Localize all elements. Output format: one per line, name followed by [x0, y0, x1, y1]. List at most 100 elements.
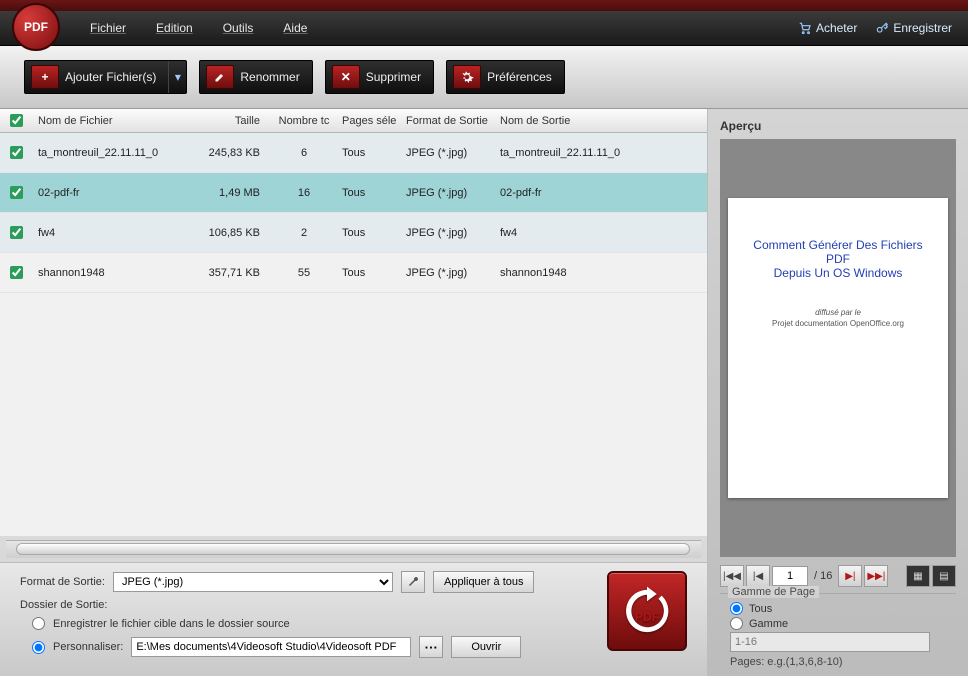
row-checkbox[interactable]: [10, 266, 23, 279]
dest-custom-radio[interactable]: [32, 641, 45, 654]
cell-pagesel: Tous: [336, 147, 406, 159]
buy-label: Acheter: [816, 21, 857, 35]
menu-help[interactable]: Aide: [283, 21, 307, 35]
browse-button[interactable]: ···: [419, 636, 443, 658]
table-row[interactable]: fw4106,85 KB2TousJPEG (*.jpg)fw4: [0, 213, 707, 253]
rename-button[interactable]: Renommer: [199, 60, 312, 94]
preview-line-3: Depuis Un OS Windows: [742, 266, 934, 280]
dest-path-input[interactable]: [131, 637, 411, 657]
cell-filename: shannon1948: [32, 267, 200, 279]
col-pagesel[interactable]: Pages séle: [336, 115, 406, 127]
range-all-radio[interactable]: [730, 602, 743, 615]
menu-file[interactable]: Fichier: [90, 21, 126, 35]
col-size[interactable]: Taille: [200, 115, 272, 127]
convert-button[interactable]: PDF: [607, 571, 687, 651]
range-custom-option[interactable]: Gamme: [730, 617, 956, 630]
table-row[interactable]: 02-pdf-fr1,49 MB16TousJPEG (*.jpg)02-pdf…: [0, 173, 707, 213]
row-checkbox[interactable]: [10, 186, 23, 199]
add-file-dropdown[interactable]: ▾: [168, 61, 186, 93]
rename-label: Renommer: [240, 70, 311, 84]
format-settings-button[interactable]: [401, 571, 425, 593]
table-row[interactable]: ta_montreuil_22.11.11_0245,83 KB6TousJPE…: [0, 133, 707, 173]
cell-pages: 55: [272, 267, 336, 279]
dest-source-radio[interactable]: [32, 617, 45, 630]
table-row[interactable]: shannon1948357,71 KB55TousJPEG (*.jpg)sh…: [0, 253, 707, 293]
delete-button[interactable]: ✕ Supprimer: [325, 60, 434, 94]
output-panel: Format de Sortie: JPEG (*.jpg) Appliquer…: [0, 562, 707, 676]
cell-pages: 2: [272, 227, 336, 239]
table-body: ta_montreuil_22.11.11_0245,83 KB6TousJPE…: [0, 133, 707, 536]
convert-pdf-icon: PDF: [621, 585, 673, 637]
menubar: Fichier Edition Outils Aide: [90, 21, 307, 35]
cell-format: JPEG (*.jpg): [406, 267, 494, 279]
gear-icon: [453, 65, 481, 89]
pencil-icon: [206, 65, 234, 89]
range-hint: Pages: e.g.(1,3,6,8-10): [730, 656, 956, 668]
range-custom-radio[interactable]: [730, 617, 743, 630]
page-input[interactable]: [772, 566, 808, 586]
cell-format: JPEG (*.jpg): [406, 187, 494, 199]
col-outname[interactable]: Nom de Sortie: [494, 115, 707, 127]
top-strip: PDF Fichier Edition Outils Aide Acheter …: [0, 11, 968, 46]
buy-link[interactable]: Acheter: [798, 21, 857, 35]
page-range-group: Gamme de Page Tous Gamme Pages: e.g.(1,3…: [720, 593, 956, 668]
col-format[interactable]: Format de Sortie: [406, 115, 494, 127]
col-pagecount[interactable]: Nombre tc: [272, 115, 336, 127]
prev-page-button[interactable]: |◀: [746, 565, 770, 587]
preview-line-2: PDF: [742, 252, 934, 266]
layout-single-button[interactable]: ▦: [906, 565, 930, 587]
range-all-option[interactable]: Tous: [730, 602, 956, 615]
col-filename[interactable]: Nom de Fichier: [32, 115, 200, 127]
table-header: Nom de Fichier Taille Nombre tc Pages sé…: [0, 109, 707, 133]
app-logo: PDF: [12, 3, 60, 51]
add-file-label: Ajouter Fichier(s): [65, 70, 168, 84]
delete-label: Supprimer: [366, 70, 433, 84]
page-range-heading: Gamme de Page: [728, 586, 819, 598]
cell-pages: 16: [272, 187, 336, 199]
row-checkbox[interactable]: [10, 226, 23, 239]
cell-size: 357,71 KB: [200, 267, 272, 279]
prefs-button[interactable]: Préférences: [446, 60, 565, 94]
cell-format: JPEG (*.jpg): [406, 147, 494, 159]
folder-label: Dossier de Sortie:: [20, 599, 107, 611]
cell-outname: ta_montreuil_22.11.11_0: [494, 147, 707, 159]
horizontal-scrollbar[interactable]: [6, 540, 701, 558]
preview-page: Comment Générer Des Fichiers PDF Depuis …: [728, 198, 948, 498]
open-folder-button[interactable]: Ouvrir: [451, 636, 521, 658]
cell-pagesel: Tous: [336, 267, 406, 279]
apply-all-button[interactable]: Appliquer à tous: [433, 571, 535, 593]
cell-pagesel: Tous: [336, 187, 406, 199]
range-input[interactable]: [730, 632, 930, 652]
top-right-links: Acheter Enregistrer: [798, 21, 952, 35]
prefs-label: Préférences: [487, 70, 564, 84]
last-page-button[interactable]: ▶▶|: [864, 565, 888, 587]
menu-tools[interactable]: Outils: [223, 21, 254, 35]
row-checkbox[interactable]: [10, 146, 23, 159]
file-list-panel: Nom de Fichier Taille Nombre tc Pages sé…: [0, 109, 708, 676]
cell-filename: ta_montreuil_22.11.11_0: [32, 147, 200, 159]
register-link[interactable]: Enregistrer: [875, 21, 952, 35]
titlebar: [0, 0, 968, 11]
preview-title: Aperçu: [720, 119, 956, 133]
register-label: Enregistrer: [893, 21, 952, 35]
cell-outname: fw4: [494, 227, 707, 239]
cell-outname: shannon1948: [494, 267, 707, 279]
preview-sub-2: Projet documentation OpenOffice.org: [742, 319, 934, 328]
dest-source-label: Enregistrer le fichier cible dans le dos…: [53, 618, 290, 630]
x-icon: ✕: [332, 65, 360, 89]
format-label: Format de Sortie:: [20, 576, 105, 588]
add-file-button[interactable]: + Ajouter Fichier(s) ▾: [24, 60, 187, 94]
cell-pages: 6: [272, 147, 336, 159]
menu-edit[interactable]: Edition: [156, 21, 193, 35]
select-all-checkbox[interactable]: [10, 114, 23, 127]
format-select[interactable]: JPEG (*.jpg): [113, 572, 393, 592]
first-page-button[interactable]: |◀◀: [720, 565, 744, 587]
toolbar: + Ajouter Fichier(s) ▾ Renommer ✕ Suppri…: [0, 46, 968, 109]
next-page-button[interactable]: ▶|: [838, 565, 862, 587]
plus-icon: +: [31, 65, 59, 89]
scrollbar-thumb[interactable]: [16, 543, 690, 555]
dest-custom-label: Personnaliser:: [53, 641, 123, 653]
main-area: Nom de Fichier Taille Nombre tc Pages sé…: [0, 109, 968, 676]
layout-multi-button[interactable]: ▤: [932, 565, 956, 587]
pager: |◀◀ |◀ / 16 ▶| ▶▶| ▦ ▤: [720, 565, 956, 587]
